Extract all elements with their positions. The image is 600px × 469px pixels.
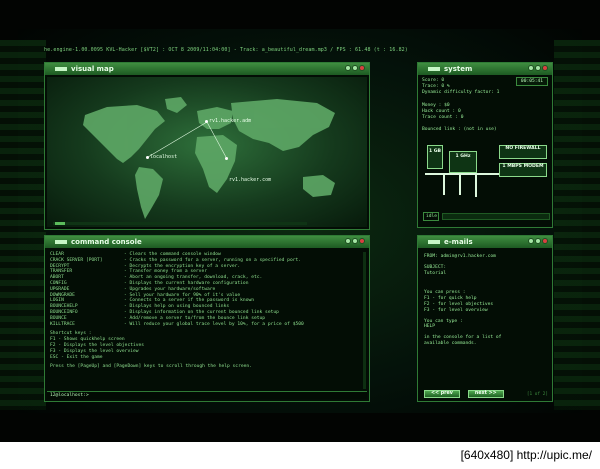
next-email-button[interactable]: next >> (467, 390, 504, 398)
minimize-icon[interactable] (528, 238, 534, 244)
command-console-panel: command console CLEAR - Clears the comman… (44, 235, 370, 402)
rv1-hacker-adm-label: rv1.hacker.adm (209, 118, 252, 124)
command-help-list: CLEAR - Clears the command console window… (50, 252, 364, 327)
email-content: FROM: admin@rv1.hacker.com SUBJECT: Tuto… (420, 250, 550, 387)
titlebar-bar-icon (55, 67, 67, 71)
world-map[interactable]: localhost rv1.hacker.adm rv1.hacker.com (47, 77, 367, 227)
close-icon[interactable] (542, 65, 548, 71)
left-server-rack-decoration (0, 40, 46, 410)
africa-shape (195, 135, 237, 193)
world-map-graphic (83, 97, 335, 219)
visual-map-title: visual map (71, 65, 114, 73)
console-title: command console (71, 238, 142, 246)
maximize-icon[interactable] (352, 238, 358, 244)
maximize-icon[interactable] (352, 65, 358, 71)
window-buttons (528, 238, 548, 244)
emails-titlebar: e-mails (418, 236, 552, 248)
cpu-activity-bar (442, 213, 550, 220)
console-scrollbar[interactable] (363, 252, 366, 389)
prev-email-button[interactable]: << prev (424, 390, 460, 398)
game-clock: 00:05:41 (516, 77, 548, 86)
window-buttons (345, 65, 365, 71)
cpu-chip[interactable]: 1 GHz (449, 151, 477, 173)
map-scrollbar[interactable] (53, 222, 307, 225)
minimize-icon[interactable] (345, 238, 351, 244)
hardware-diagram: 1 GB 1 GHz NO FIREWALL 1 MBPS MODEM (423, 145, 549, 205)
localhost-node[interactable] (146, 156, 149, 159)
visual-map-titlebar: visual map (45, 63, 369, 75)
command-description: - Will reduce your global trace level by… (124, 321, 304, 327)
emails-title: e-mails (444, 238, 473, 246)
command-name: KILLTRACE (50, 321, 75, 327)
titlebar-bar-icon (428, 240, 440, 244)
console-input[interactable]: 12@localhost:> (47, 391, 367, 399)
south-america-shape (135, 167, 163, 219)
close-icon[interactable] (542, 238, 548, 244)
titlebar-bar-icon (428, 67, 440, 71)
map-scroll-thumb[interactable] (55, 222, 65, 225)
console-titlebar: command console (45, 236, 369, 248)
scroll-hint: Press the [PageUp] and [PageDown] keys t… (50, 364, 252, 370)
ram-chip[interactable]: 1 GB (427, 145, 443, 169)
asia-shape (231, 99, 335, 151)
emails-panel: e-mails FROM: admin@rv1.hacker.com SUBJE… (417, 235, 553, 402)
system-panel: system 00:05:41 Score: 0 Trace: 0 % Dyna… (417, 62, 553, 228)
minimize-icon[interactable] (345, 65, 351, 71)
window-buttons (345, 238, 365, 244)
email-body-line: available commands. (424, 340, 477, 346)
modem-module[interactable]: 1 MBPS MODEM (499, 163, 547, 177)
maximize-icon[interactable] (535, 238, 541, 244)
engine-status-line: he.engine-1.00.0095 KVL-Hacker [$VT2] : … (44, 47, 408, 53)
hardware-bus-line (443, 175, 445, 195)
visual-map-panel: visual map localhost rv1.hacker.adm rv1.… (44, 62, 370, 230)
hardware-bus-line (459, 175, 461, 195)
maximize-icon[interactable] (535, 65, 541, 71)
system-titlebar: system (418, 63, 552, 75)
window-buttons (528, 65, 548, 71)
rv1-hacker-com-label: rv1.hacker.com (229, 177, 272, 183)
watermark-bar: [640x480] http://upic.me/ (0, 442, 600, 469)
email-navigation: << prev next >> [1 of 2] (424, 390, 548, 398)
localhost-label: localhost (150, 154, 178, 160)
game-screen: he.engine-1.00.0095 KVL-Hacker [$VT2] : … (0, 0, 600, 442)
right-server-rack-decoration (554, 40, 600, 410)
system-title: system (444, 65, 473, 73)
hardware-bus-line (475, 175, 477, 197)
watermark-text: [640x480] http://upic.me/ (460, 448, 592, 462)
australia-shape (303, 175, 335, 197)
email-page-count: [1 of 2] (526, 391, 548, 397)
firewall-module[interactable]: NO FIREWALL (499, 145, 547, 159)
greenland-shape (165, 97, 187, 113)
rv1-hacker-adm-node[interactable] (205, 120, 208, 123)
close-icon[interactable] (359, 65, 365, 71)
bounced-link-row: Bounced link : (not in use) (422, 127, 497, 133)
close-icon[interactable] (359, 238, 365, 244)
rv1-hacker-com-node[interactable] (225, 157, 228, 160)
titlebar-bar-icon (55, 240, 67, 244)
console-output[interactable]: CLEAR - Clears the command console window… (47, 250, 367, 399)
minimize-icon[interactable] (528, 65, 534, 71)
cpu-status-label: idle (423, 212, 439, 221)
